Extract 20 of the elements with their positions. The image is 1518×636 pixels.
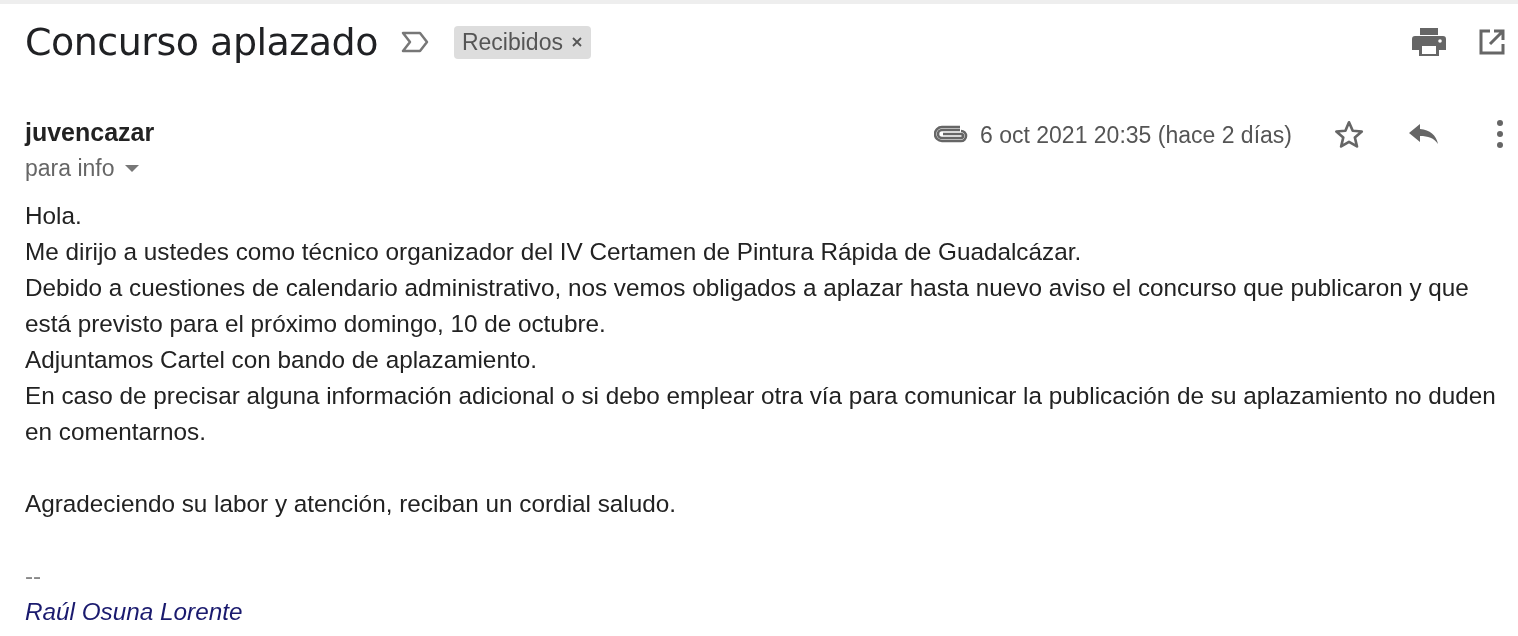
sender-name: juvencazar xyxy=(25,118,155,147)
body-paragraph: En caso de precisar alguna información adicional o si debo emplear otra vía para comunicar la publicación de su aplazamiento no duden en comentarnos. xyxy=(25,381,1497,447)
print-icon[interactable] xyxy=(1412,27,1446,57)
message-date: 6 oct 2021 20:35 (hace 2 días) xyxy=(980,122,1292,149)
recipients-dropdown[interactable]: para info xyxy=(25,155,155,182)
body-paragraph: Hola. xyxy=(25,201,83,231)
close-icon[interactable] xyxy=(570,36,583,48)
body-paragraph: Adjuntamos Cartel con bando de aplazamiento. xyxy=(25,345,538,375)
body-paragraph: Debido a cuestiones de calendario administrativo, nos vemos obligados a aplazar hasta nuevo aviso el concurso que publicaron y que está previsto para el próximo domingo, 10 de octubre. xyxy=(25,273,1470,339)
signature-separator: -- xyxy=(25,561,43,591)
star-icon[interactable] xyxy=(1332,119,1366,151)
caret-icon xyxy=(124,164,139,173)
open-in-new-window-icon[interactable] xyxy=(1478,28,1506,56)
body-paragraph: Me dirijo a ustedes como técnico organizador del IV Certamen de Pintura Rápida de Guadalcázar. xyxy=(25,237,1083,267)
email-subject: Concurso aplazado xyxy=(25,20,378,64)
importance-marker-icon[interactable] xyxy=(399,30,430,54)
signature-name: Raúl Osuna Lorente xyxy=(25,597,244,627)
body-paragraph: Agradeciendo su labor y atención, reciban un cordial saludo. xyxy=(25,489,678,519)
label-text: Recibidos xyxy=(461,28,563,56)
more-options-icon[interactable] xyxy=(1496,119,1504,149)
